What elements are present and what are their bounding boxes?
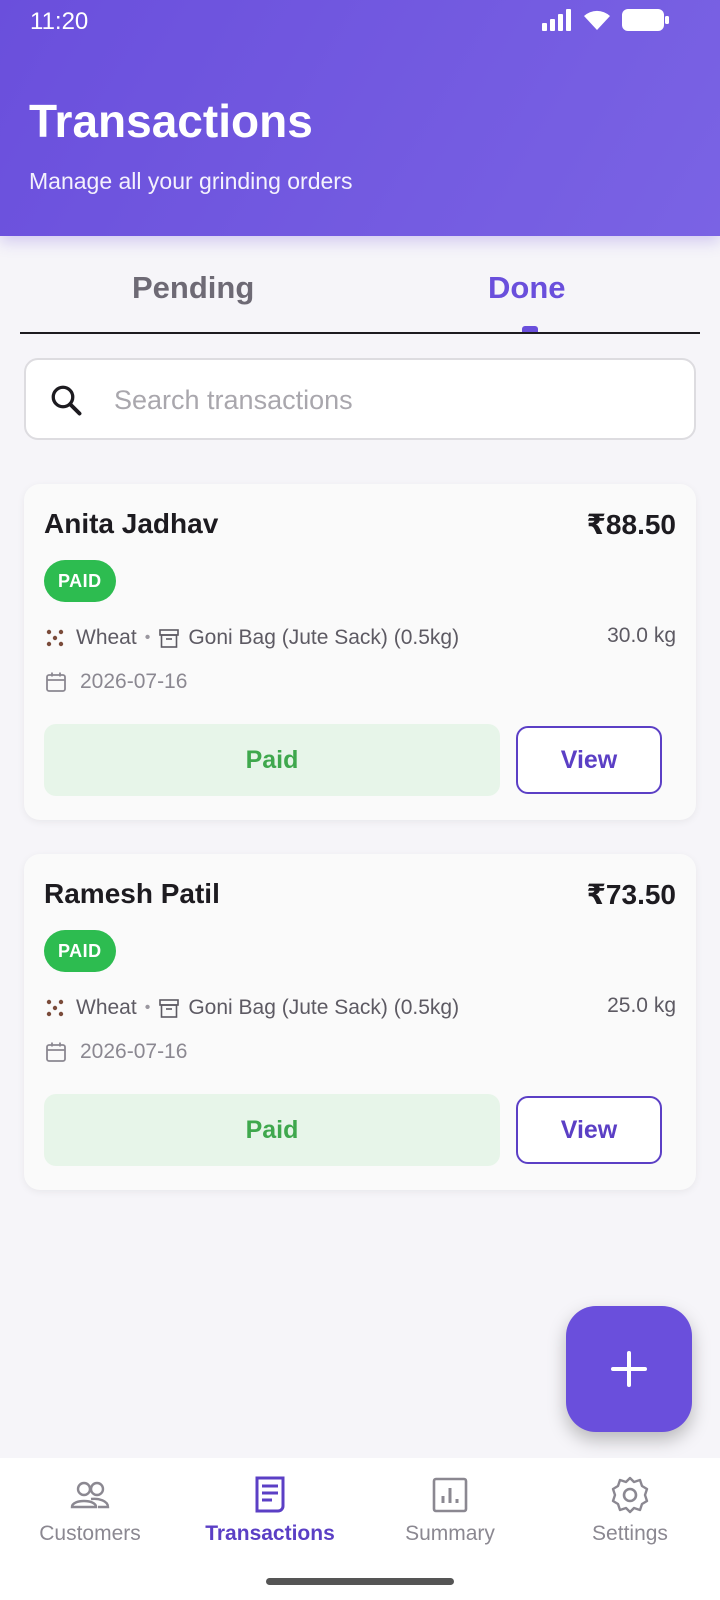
transaction-amount: ₹88.50 bbox=[586, 509, 676, 540]
transaction-card[interactable]: Anita Jadhav ₹88.50 PAID Wheat • Goni Ba… bbox=[24, 484, 696, 820]
calendar-icon bbox=[46, 672, 66, 692]
status-bar: 11:20 bbox=[0, 0, 720, 44]
order-weight: 25.0 kg bbox=[607, 994, 676, 1017]
order-date: 2026-07-16 bbox=[80, 670, 188, 693]
search-input[interactable] bbox=[114, 378, 674, 422]
tab-bar: Pending Done bbox=[20, 250, 700, 334]
status-icons bbox=[542, 8, 670, 32]
order-details: Wheat • Goni Bag (Jute Sack) (0.5kg) 25.… bbox=[44, 992, 676, 1024]
grain-icon bbox=[46, 629, 64, 647]
tab-done[interactable]: Done bbox=[488, 270, 566, 306]
nav-settings[interactable]: Settings bbox=[540, 1474, 720, 1546]
add-transaction-button[interactable] bbox=[566, 1306, 692, 1432]
separator-dot: • bbox=[144, 999, 151, 1016]
status-time: 11:20 bbox=[30, 8, 89, 35]
signal-icon bbox=[542, 9, 571, 31]
wifi-icon bbox=[584, 10, 610, 30]
nav-transactions[interactable]: Transactions bbox=[180, 1474, 360, 1546]
nav-customers[interactable]: Customers bbox=[0, 1474, 180, 1546]
home-indicator bbox=[266, 1578, 454, 1585]
paid-status-button[interactable]: Paid bbox=[44, 1094, 500, 1166]
page-subtitle: Manage all your grinding orders bbox=[29, 168, 353, 194]
archive-box-icon bbox=[159, 999, 180, 1018]
tab-pending[interactable]: Pending bbox=[132, 270, 254, 306]
transaction-amount: ₹73.50 bbox=[586, 879, 676, 910]
container-type: Goni Bag (Jute Sack) (0.5kg) bbox=[188, 996, 460, 1019]
nav-summary[interactable]: Summary bbox=[360, 1474, 540, 1546]
calendar-icon bbox=[46, 1042, 66, 1062]
order-date: 2026-07-16 bbox=[80, 1040, 188, 1063]
page-title: Transactions bbox=[29, 95, 313, 147]
separator-dot: • bbox=[144, 629, 151, 646]
archive-box-icon bbox=[159, 629, 180, 648]
search-icon bbox=[51, 385, 82, 416]
nav-label: Transactions bbox=[205, 1522, 335, 1545]
people-icon bbox=[70, 1481, 110, 1509]
status-badge: PAID bbox=[44, 560, 116, 602]
order-date-row: 2026-07-16 bbox=[44, 670, 187, 694]
transaction-card[interactable]: Ramesh Patil ₹73.50 PAID Wheat • Goni Ba… bbox=[24, 854, 696, 1190]
order-date-row: 2026-07-16 bbox=[44, 1040, 187, 1064]
nav-label: Summary bbox=[405, 1522, 495, 1545]
nav-label: Settings bbox=[592, 1522, 668, 1545]
battery-icon bbox=[622, 9, 669, 31]
order-weight: 30.0 kg bbox=[607, 624, 676, 647]
nav-label: Customers bbox=[39, 1522, 141, 1545]
tab-active-indicator bbox=[522, 326, 538, 332]
search-box bbox=[24, 358, 696, 440]
container-type: Goni Bag (Jute Sack) (0.5kg) bbox=[188, 626, 460, 649]
customer-name: Ramesh Patil bbox=[44, 878, 220, 909]
customer-name: Anita Jadhav bbox=[44, 508, 219, 539]
gear-icon bbox=[611, 1476, 649, 1514]
grain-type: Wheat bbox=[76, 996, 137, 1019]
chart-icon bbox=[432, 1477, 468, 1513]
paid-status-button[interactable]: Paid bbox=[44, 724, 500, 796]
order-details: Wheat • Goni Bag (Jute Sack) (0.5kg) 30.… bbox=[44, 622, 676, 654]
plus-icon bbox=[611, 1351, 647, 1387]
status-badge: PAID bbox=[44, 930, 116, 972]
grain-icon bbox=[46, 999, 64, 1017]
view-button[interactable]: View bbox=[516, 726, 662, 794]
app-header: 11:20 Transactions Manage all your grind… bbox=[0, 0, 720, 236]
receipt-icon bbox=[255, 1476, 285, 1513]
view-button[interactable]: View bbox=[516, 1096, 662, 1164]
grain-type: Wheat bbox=[76, 626, 137, 649]
